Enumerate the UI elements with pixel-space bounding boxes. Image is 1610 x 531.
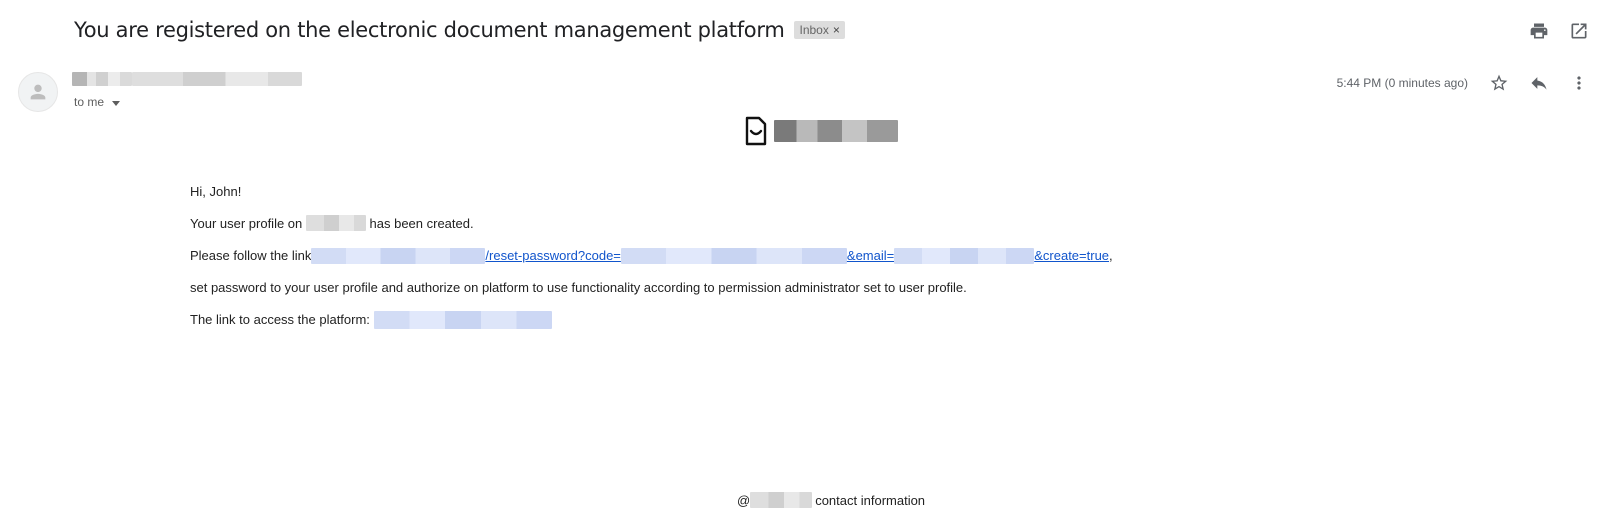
reset-password-link[interactable]: /reset-password?code= &email= &create=true	[311, 247, 1109, 264]
email-footer: @ contact information	[737, 492, 925, 508]
follow-link-before: Please follow the link	[190, 248, 312, 263]
redacted-link-host	[311, 247, 486, 264]
footer-at-symbol: @	[737, 492, 751, 508]
greeting-line: Hi, John!	[190, 183, 1113, 215]
more-options-button[interactable]	[1566, 70, 1592, 96]
more-vertical-icon	[1577, 76, 1581, 90]
profile-created-after: has been created.	[369, 216, 474, 231]
follow-link-after: ,	[1109, 248, 1113, 263]
redacted-link-email	[894, 247, 1035, 264]
link-email-part: &email=	[846, 248, 895, 263]
label-name: Inbox	[799, 23, 829, 37]
redacted-platform-name	[305, 215, 366, 231]
recipient-label: to me	[74, 95, 105, 109]
chevron-down-icon	[112, 100, 121, 106]
redacted-brand-name	[774, 120, 898, 142]
document-smile-icon	[745, 116, 767, 146]
reply-icon	[1531, 77, 1547, 90]
redacted-platform-url	[373, 311, 552, 329]
set-password-text: set password to your user profile and au…	[190, 280, 967, 295]
set-password-line: set password to your user profile and au…	[190, 279, 1113, 311]
email-body: Hi, John! Your user profile on has been …	[190, 183, 1113, 343]
reply-button[interactable]	[1526, 70, 1552, 96]
recipient-details-toggle[interactable]: to me	[74, 95, 121, 109]
redacted-company-name	[750, 492, 813, 508]
greeting-text: Hi, John!	[190, 184, 242, 199]
subject-row: You are registered on the electronic doc…	[74, 14, 845, 46]
sender-name-redacted	[72, 72, 312, 90]
redacted-link-code	[620, 247, 847, 264]
link-create-part: &create=true	[1034, 248, 1110, 263]
brand-logo	[744, 116, 898, 146]
star-button[interactable]	[1486, 70, 1512, 96]
profile-created-before: Your user profile on	[190, 216, 303, 231]
platform-link-line: The link to access the platform:	[190, 311, 1113, 343]
open-in-new-window-button[interactable]	[1566, 18, 1592, 44]
message-meta: 5:44 PM (0 minutes ago)	[1337, 70, 1592, 96]
print-button[interactable]	[1526, 18, 1552, 44]
follow-link-line: Please follow the link /reset-password?c…	[190, 247, 1113, 279]
platform-link[interactable]	[373, 311, 552, 329]
footer-contact-text: contact information	[815, 492, 926, 508]
redacted-sender-name	[72, 72, 132, 86]
top-actions	[1526, 18, 1592, 44]
sender-avatar	[18, 72, 58, 112]
link-reset-part: /reset-password?code=	[485, 248, 621, 263]
email-subject: You are registered on the electronic doc…	[74, 18, 785, 42]
email-timestamp: 5:44 PM (0 minutes ago)	[1336, 76, 1468, 90]
person-icon	[30, 84, 46, 100]
platform-link-label: The link to access the platform:	[190, 312, 370, 327]
open-in-new-window-icon	[1571, 23, 1587, 39]
remove-label-button[interactable]: ×	[833, 23, 840, 37]
star-icon	[1490, 74, 1508, 91]
print-icon	[1530, 23, 1548, 39]
profile-created-line: Your user profile on has been created.	[190, 215, 1113, 247]
inbox-label-chip[interactable]: Inbox ×	[794, 21, 845, 39]
redacted-sender-email	[132, 72, 302, 86]
